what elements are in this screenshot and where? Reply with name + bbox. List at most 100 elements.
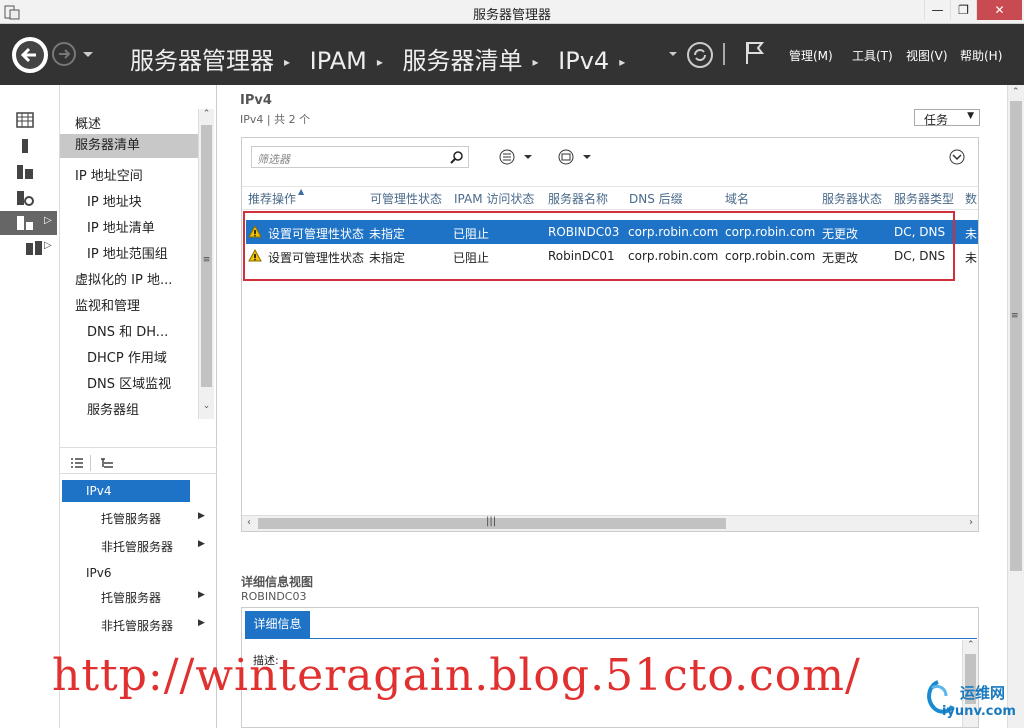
collapse-toggle-icon[interactable] [949, 149, 965, 165]
maximize-button[interactable]: ❐ [950, 0, 976, 20]
horizontal-scrollbar[interactable]: ‹ ||| › [242, 515, 978, 531]
column-header-manageability[interactable]: 可管理性状态 [370, 190, 442, 207]
scroll-right-icon[interactable]: › [969, 517, 973, 528]
history-dropdown-icon[interactable] [82, 51, 94, 59]
nav-item-overview[interactable]: 概述 [75, 113, 101, 132]
nav-scrollbar[interactable]: ⌃ ≡ ⌄ [198, 109, 214, 419]
tab-details[interactable]: 详细信息 [245, 611, 310, 638]
left-icon-rail: ▷ ▷ [0, 85, 60, 728]
nav-item-server-groups[interactable]: 服务器组 [87, 399, 139, 418]
menu-help[interactable]: 帮助(H) [960, 47, 1002, 64]
nav-item-ip-address-inventory[interactable]: IP 地址清单 [87, 217, 155, 236]
server-grid: 筛选器 ▲ 推荐操作 可管理性状态 IPAM 访问状态 服务器名称 DNS 后缀… [241, 137, 979, 532]
column-header-server-status[interactable]: 服务器状态 [822, 190, 882, 207]
site-logo: 运维网 iyunv.com [922, 676, 1022, 726]
breadcrumb-separator-icon: ▸ [532, 55, 539, 69]
dashboard-icon[interactable] [14, 110, 36, 130]
scroll-up-icon[interactable]: ⌃ [967, 640, 975, 650]
scroll-grip-icon: ||| [486, 516, 497, 527]
list-view-icon[interactable] [70, 457, 84, 469]
nav-item-dns-dhcp[interactable]: DNS 和 DH... [87, 321, 168, 340]
back-arrow-icon [16, 41, 44, 69]
nav-item-virtualized-ip[interactable]: 虚拟化的 IP 地... [75, 269, 172, 288]
save-query-button[interactable] [557, 149, 595, 165]
breadcrumb-ipam[interactable]: IPAM [310, 47, 367, 75]
breadcrumb-separator-icon: ▸ [376, 55, 383, 69]
column-header-server-name[interactable]: 服务器名称 [548, 190, 608, 207]
logo-text: 运维网 [960, 684, 1006, 702]
column-header-more[interactable]: 数 [965, 190, 977, 207]
nav-item-ip-address-space[interactable]: IP 地址空间 [75, 165, 143, 184]
highlight-annotation-box [243, 211, 955, 281]
column-header-dns-suffix[interactable]: DNS 后缀 [629, 190, 683, 207]
task-ipv6-managed-servers[interactable]: 托管服务器 [101, 589, 161, 606]
breadcrumb-separator-icon: ▸ [284, 55, 291, 69]
details-title: 详细信息视图 [241, 575, 314, 589]
task-ipv6[interactable]: IPv6 [86, 566, 112, 580]
filter-input[interactable]: 筛选器 [251, 146, 469, 168]
tasks-dropdown[interactable]: 任务 ▼ [914, 109, 980, 127]
task-ipv4-unmanaged-servers[interactable]: 非托管服务器 [101, 538, 173, 555]
task-ipv4-managed-servers[interactable]: 托管服务器 [101, 510, 161, 527]
page-subtitle: IPv4 | 共 2 个 [240, 113, 311, 126]
breadcrumb-server-manager[interactable]: 服务器管理器 [130, 47, 274, 75]
local-server-icon[interactable] [14, 136, 36, 156]
expand-chevron-icon: ▷ [44, 240, 52, 251]
all-servers-icon[interactable] [14, 162, 36, 182]
submenu-arrow-icon: ▶ [198, 539, 205, 549]
refresh-dropdown-icon[interactable] [668, 51, 678, 59]
main-scrollbar-thumb[interactable] [1010, 101, 1022, 571]
column-header-domain[interactable]: 域名 [725, 190, 749, 207]
breadcrumb: 服务器管理器 ▸ IPAM ▸ 服务器清单 ▸ IPv4 ▸ [130, 41, 637, 76]
back-button[interactable] [12, 37, 48, 73]
scroll-up-icon[interactable]: ⌃ [1012, 87, 1020, 97]
close-button[interactable]: ✕ [976, 0, 1022, 20]
scroll-down-icon[interactable]: ⌄ [201, 401, 212, 415]
main-scrollbar[interactable]: ⌃ ≡ [1007, 85, 1024, 728]
column-header-recommended-action[interactable]: 推荐操作 [248, 190, 296, 207]
breadcrumb-ipv4[interactable]: IPv4 [558, 47, 609, 75]
menu-tools[interactable]: 工具(T) [852, 47, 893, 64]
nav-item-ip-address-blocks[interactable]: IP 地址块 [87, 191, 142, 210]
nav-item-dns-zone-monitoring[interactable]: DNS 区域监视 [87, 373, 171, 392]
file-storage-icon[interactable] [14, 188, 36, 208]
ipam-rail-item[interactable]: ▷ [0, 211, 57, 235]
refresh-icon[interactable] [686, 41, 714, 69]
tree-view-icon[interactable] [100, 457, 114, 469]
menu-manage[interactable]: 管理(M) [789, 47, 833, 64]
breadcrumb-server-inventory[interactable]: 服务器清单 [402, 47, 522, 75]
list-options-button[interactable] [498, 149, 536, 165]
search-icon[interactable] [450, 150, 464, 164]
scroll-left-icon[interactable]: ‹ [247, 517, 251, 528]
tasks-divider [60, 473, 217, 474]
forward-button[interactable] [52, 42, 76, 66]
column-header-server-type[interactable]: 服务器类型 [894, 190, 954, 207]
nav-divider [60, 447, 217, 448]
nav-item-monitor-manage[interactable]: 监视和管理 [75, 295, 140, 314]
details-server-name: ROBINDC03 [241, 590, 307, 603]
submenu-arrow-icon: ▶ [198, 590, 205, 600]
notifications-flag-icon[interactable] [744, 40, 766, 66]
submenu-arrow-icon: ▶ [198, 618, 205, 628]
nav-item-server-inventory[interactable]: 服务器清单 [60, 134, 198, 158]
cell-more: 未 [965, 227, 978, 241]
logo-url: iyunv.com [942, 704, 1016, 719]
column-header-ipam-access[interactable]: IPAM 访问状态 [454, 190, 534, 207]
forward-arrow-icon [59, 49, 71, 59]
task-ipv4[interactable]: IPv4 [62, 480, 190, 502]
sort-indicator-icon: ▲ [298, 187, 305, 196]
nav-item-dhcp-scopes[interactable]: DHCP 作用域 [87, 347, 167, 366]
scroll-up-icon[interactable]: ⌃ [201, 109, 212, 123]
tab-underline [245, 638, 977, 639]
header-divider [723, 43, 725, 65]
chevron-down-icon: ▼ [967, 111, 974, 121]
header-bar: 服务器管理器 ▸ IPAM ▸ 服务器清单 ▸ IPv4 ▸ 管理(M) 工具(T) 视… [0, 24, 1024, 85]
page-title: IPv4 [240, 93, 272, 108]
minimize-button[interactable]: — [924, 0, 950, 20]
task-ipv6-unmanaged-servers[interactable]: 非托管服务器 [101, 617, 173, 634]
nav-item-ip-range-groups[interactable]: IP 地址范围组 [87, 243, 168, 262]
breadcrumb-separator-icon: ▸ [619, 55, 626, 69]
menu-view[interactable]: 视图(V) [906, 47, 948, 64]
services-rail-item[interactable]: ▷ [14, 238, 54, 258]
title-bar: 服务器管理器 — ❐ ✕ [0, 0, 1024, 24]
